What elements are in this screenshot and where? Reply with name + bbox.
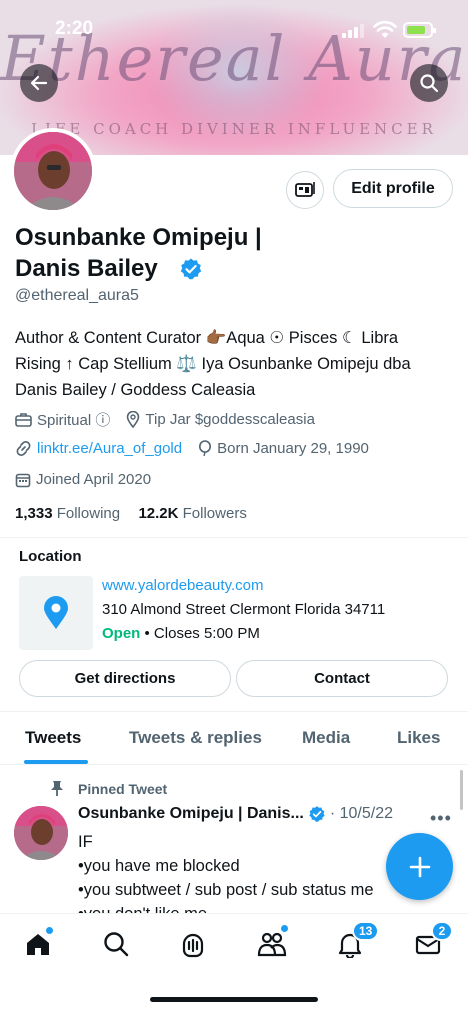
pinned-tweet-label: Pinned Tweet — [50, 780, 167, 797]
scrollbar[interactable] — [460, 770, 463, 810]
section-divider — [0, 764, 468, 765]
briefcase-icon — [15, 412, 32, 428]
pinned-label-text: Pinned Tweet — [78, 780, 168, 797]
tweet-author-avatar[interactable] — [14, 806, 68, 860]
profile-avatar[interactable] — [10, 128, 96, 214]
open-status: Open — [102, 625, 141, 642]
section-divider — [0, 537, 468, 538]
avatar-image — [14, 132, 92, 210]
bio-line: Rising ↑ Cap Stellium ⚖️ Iya Osunbanke O… — [15, 355, 411, 373]
tweet-body: IF •you have me blocked •you subtweet / … — [78, 830, 408, 914]
edit-profile-button[interactable]: Edit profile — [333, 169, 453, 208]
tab-notifications[interactable]: 13 — [334, 921, 380, 960]
profile-website-link[interactable]: linktr.ee/Aura_of_gold — [37, 440, 182, 457]
dashboard-icon — [295, 182, 315, 197]
meta-row-joined: Joined April 2020 — [15, 471, 151, 488]
search-button[interactable] — [410, 64, 448, 102]
tweet-line: •you have me blocked — [78, 857, 240, 875]
location-title: Location — [19, 548, 82, 565]
following-label: Following — [56, 505, 121, 522]
get-directions-button[interactable]: Get directions — [19, 660, 231, 697]
back-button[interactable] — [20, 64, 58, 102]
followers-label: Followers — [182, 505, 247, 522]
notifications-badge: 13 — [352, 921, 380, 941]
verified-badge-icon — [180, 258, 202, 280]
tab-likes[interactable]: Likes — [397, 728, 440, 748]
cellular-signal-icon — [342, 24, 364, 38]
follow-stats: 1,333 Following 12.2K Followers — [15, 505, 247, 522]
communities-icon — [257, 932, 287, 957]
search-icon — [420, 74, 439, 93]
tweet-header: Osunbanke Omipeju | Danis... · 10/5/22 — [78, 805, 393, 823]
profile-birthday: Born January 29, 1990 — [217, 440, 369, 457]
pin-icon — [51, 781, 63, 796]
contact-button[interactable]: Contact — [236, 660, 448, 697]
status-bar: 2:20 — [0, 14, 468, 46]
following-count: 1,333 — [15, 505, 53, 522]
profile-bio: Author & Content Curator 👉🏾Aqua ☉ Pisces… — [15, 325, 455, 403]
bio-line: Author & Content Curator 👉🏾Aqua ☉ Pisces… — [15, 329, 399, 347]
calendar-icon — [15, 472, 31, 488]
tweet-line: IF — [78, 833, 93, 851]
home-indicator — [150, 997, 318, 1002]
profile-category[interactable]: Spiritual ⓘ — [37, 409, 110, 430]
wifi-icon — [373, 20, 397, 38]
battery-icon — [403, 22, 436, 38]
plus-icon — [409, 856, 430, 877]
avatar-image — [14, 806, 68, 860]
tab-media[interactable]: Media — [302, 728, 350, 748]
tweet-line: •you subtweet / sub post / sub status me — [78, 881, 374, 899]
tab-explore[interactable] — [100, 928, 132, 960]
tab-tweets[interactable]: Tweets — [25, 728, 81, 748]
meta-row-links: linktr.ee/Aura_of_gold Born January 29, … — [15, 440, 369, 457]
compose-tweet-button[interactable] — [386, 833, 453, 900]
profile-joined-date: Joined April 2020 — [36, 471, 152, 488]
location-pin-icon — [126, 411, 140, 428]
messages-badge: 2 — [431, 921, 453, 941]
display-name-line2: Danis Bailey — [15, 255, 158, 282]
search-icon — [104, 932, 129, 957]
tab-spaces[interactable] — [177, 928, 209, 960]
spaces-microphone-icon — [182, 933, 204, 958]
profile-tip-jar: Tip Jar $goddesscaleasia — [145, 411, 315, 428]
tab-tweets-replies[interactable]: Tweets & replies — [129, 728, 262, 748]
professional-tools-button[interactable] — [286, 171, 324, 209]
status-time: 2:20 — [55, 18, 94, 39]
balloon-icon — [198, 440, 212, 457]
communities-new-dot — [281, 925, 288, 932]
link-icon — [15, 440, 32, 457]
profile-handle: @ethereal_aura5 — [15, 287, 139, 304]
tweet-date[interactable]: · 10/5/22 — [330, 805, 393, 823]
tab-home[interactable] — [22, 927, 54, 960]
verified-badge-icon — [309, 806, 325, 822]
arrow-left-icon — [30, 75, 48, 91]
followers-count: 12.2K — [138, 505, 179, 522]
tab-communities[interactable] — [256, 925, 288, 960]
more-options-icon[interactable]: ••• — [430, 808, 452, 829]
followers-link[interactable]: 12.2K Followers — [138, 505, 246, 522]
bio-line: Danis Bailey / Goddess Caleasia — [15, 381, 256, 399]
tab-messages[interactable]: 2 — [412, 921, 453, 960]
location-hours: Open • Closes 5:00 PM — [102, 625, 260, 642]
home-icon — [27, 934, 49, 955]
location-map-thumbnail[interactable] — [19, 576, 93, 650]
closing-time: • Closes 5:00 PM — [144, 625, 260, 642]
following-link[interactable]: 1,333 Following — [15, 505, 120, 522]
location-website-link[interactable]: www.yalordebeauty.com — [102, 577, 263, 594]
home-new-dot — [46, 927, 53, 934]
meta-row-category: Spiritual ⓘ Tip Jar $goddesscaleasia — [15, 409, 315, 430]
tweet-author-name[interactable]: Osunbanke Omipeju | Danis... — [78, 805, 304, 823]
location-address: 310 Almond Street Clermont Florida 34711 — [102, 601, 386, 618]
display-name: Osunbanke Omipeju | Danis Bailey — [15, 222, 315, 284]
map-pin-icon — [44, 596, 68, 629]
display-name-line1: Osunbanke Omipeju | — [15, 224, 262, 251]
profile-tabs: Tweets Tweets & replies Media Likes — [0, 712, 468, 764]
